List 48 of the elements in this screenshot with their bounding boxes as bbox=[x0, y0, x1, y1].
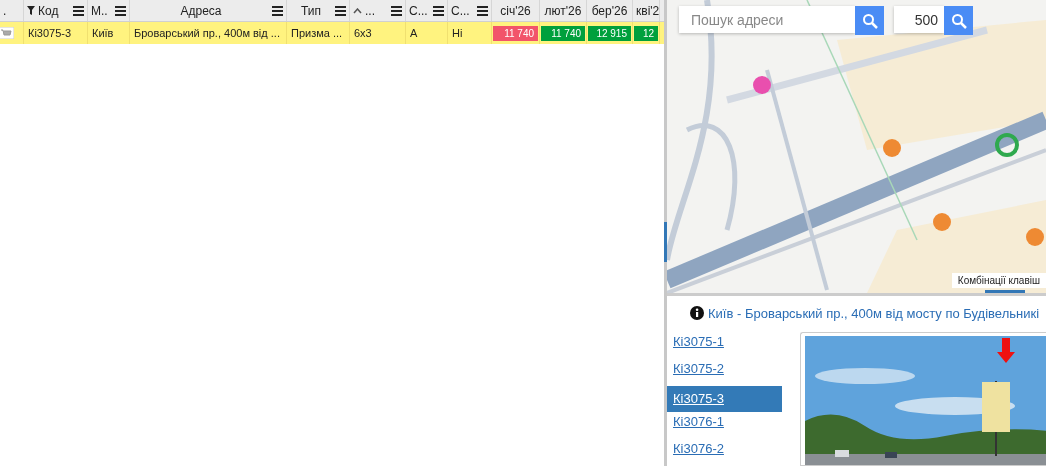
table-cell: Призма ... bbox=[291, 27, 343, 39]
column-header[interactable]: . bbox=[0, 0, 24, 21]
price-cell: 11 740 bbox=[493, 25, 538, 41]
search-icon bbox=[861, 12, 878, 29]
price-cell: 11 740 bbox=[541, 25, 585, 41]
menu-icon[interactable] bbox=[73, 5, 84, 16]
radius-field[interactable]: 500 bbox=[894, 6, 944, 33]
column-header[interactable]: Адреса bbox=[130, 0, 287, 21]
sort-up-icon bbox=[353, 7, 362, 14]
menu-icon[interactable] bbox=[115, 5, 126, 16]
price-cell: 12 915 bbox=[588, 25, 631, 41]
address-title: Київ - Броварський пр., 400м від мосту по Будівельникі bbox=[708, 305, 1040, 321]
table-row[interactable]: Кі3075-3 Київ Броварський пр., 400м від ... Призма ... 6x3 А Ні 11 740 11 740 12 915 12 bbox=[0, 22, 664, 44]
cart-icon[interactable] bbox=[0, 27, 14, 39]
side-link[interactable]: Кі3076-1 bbox=[667, 412, 782, 440]
column-header[interactable]: бер'26 bbox=[587, 0, 633, 21]
search-button[interactable] bbox=[944, 6, 973, 35]
table-cell: Кі3075-3 bbox=[28, 27, 72, 39]
search-icon bbox=[950, 12, 967, 29]
side-link[interactable]: Кі3075-3 bbox=[667, 385, 782, 413]
column-header[interactable]: Код bbox=[24, 0, 88, 21]
column-header[interactable]: М.. bbox=[88, 0, 130, 21]
table-cell: Київ bbox=[92, 27, 114, 39]
table-cell: А bbox=[410, 27, 418, 39]
menu-icon[interactable] bbox=[477, 5, 488, 16]
side-link[interactable]: Кі3076-2 bbox=[667, 439, 782, 466]
table-cell: Ні bbox=[452, 27, 463, 39]
menu-icon[interactable] bbox=[335, 5, 346, 16]
column-header[interactable]: С... bbox=[406, 0, 448, 21]
column-header[interactable]: Тип bbox=[287, 0, 350, 21]
column-header[interactable]: С... bbox=[448, 0, 492, 21]
search-button[interactable] bbox=[855, 6, 884, 35]
address-search-field[interactable]: Пошук адреси bbox=[679, 6, 855, 33]
menu-icon[interactable] bbox=[391, 5, 402, 16]
price-cell: 12 bbox=[634, 25, 658, 41]
column-header[interactable]: кві'2 bbox=[633, 0, 660, 21]
side-link[interactable]: Кі3075-1 bbox=[667, 332, 782, 359]
column-header[interactable]: лют'26 bbox=[540, 0, 587, 21]
column-header[interactable]: січ'26 bbox=[492, 0, 540, 21]
keyboard-shortcuts-link[interactable]: Комбінації клавіш bbox=[951, 273, 1046, 288]
side-link[interactable]: Кі3075-2 bbox=[667, 358, 782, 386]
column-header[interactable]: ... bbox=[350, 0, 406, 21]
menu-icon[interactable] bbox=[433, 5, 444, 16]
info-icon bbox=[690, 306, 704, 320]
table-cell: 6x3 bbox=[354, 27, 372, 39]
table-cell: Броварський пр., 400м від ... bbox=[134, 27, 280, 39]
filter-icon bbox=[27, 6, 35, 15]
menu-icon[interactable] bbox=[272, 5, 283, 16]
